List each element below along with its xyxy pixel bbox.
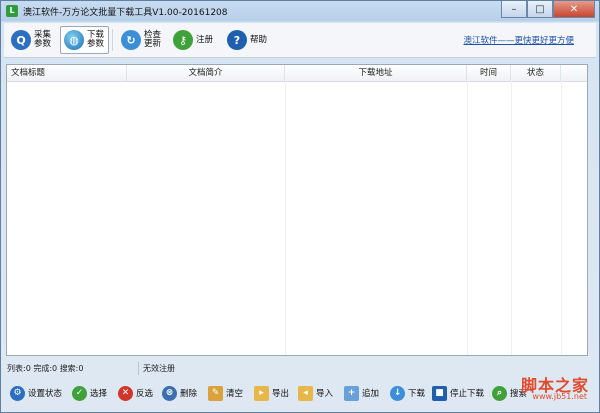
stop-icon: ■	[432, 385, 447, 401]
close-icon: ✕	[569, 3, 579, 15]
status-registration: 无效注册	[143, 364, 175, 373]
toolbar-separator	[112, 29, 113, 51]
check-icon: ✓	[72, 385, 87, 401]
set-status-button[interactable]: ⚙ 设置状态	[10, 384, 62, 402]
select-label: 选择	[90, 389, 108, 399]
document-list[interactable]: 文档标题 文档简介 下载地址 时间 状态	[6, 64, 588, 356]
register-button[interactable]: ⚷ 注册	[170, 26, 216, 54]
gear-icon: ⚙	[10, 385, 25, 401]
download-params-button[interactable]: ◍ 下载 参数	[60, 26, 109, 54]
col-header-title[interactable]: 文档标题	[7, 65, 127, 81]
status-done-count: 完成:0	[33, 364, 58, 373]
append-icon: +	[344, 385, 359, 401]
promo-link[interactable]: 澳江软件——更快更好更方便	[463, 34, 574, 46]
column-divider	[467, 81, 468, 355]
search-globe-icon: Q	[11, 30, 31, 50]
maximize-button[interactable]: □	[527, 1, 553, 18]
watermark-url: www.jb51.net	[532, 392, 587, 401]
close-button[interactable]: ✕	[553, 1, 595, 18]
invert-select-button[interactable]: ✕ 反选	[118, 384, 153, 402]
broom-icon: ✎	[208, 385, 223, 401]
stop-download-button[interactable]: ■ 停止下载	[432, 384, 484, 402]
maximize-icon: □	[535, 3, 545, 15]
append-label: 追加	[362, 389, 380, 399]
help-icon: ?	[227, 30, 247, 50]
help-label: 帮助	[250, 34, 268, 45]
export-label: 导出	[272, 389, 290, 399]
col-header-time[interactable]: 时间	[467, 65, 511, 81]
col-header-url[interactable]: 下载地址	[285, 65, 467, 81]
collect-params-button[interactable]: Q 采集 参数	[8, 26, 55, 54]
x-icon: ✕	[118, 385, 133, 401]
globe-icon: ◍	[64, 30, 84, 50]
set-status-label: 设置状态	[28, 389, 63, 399]
window-title: 澳江软件-万方论文批量下载工具V1.00-20161208	[23, 8, 228, 18]
column-divider	[561, 81, 562, 355]
delete-button[interactable]: ⊗ 删除	[162, 384, 197, 402]
status-list-count: 列表:0	[7, 364, 31, 373]
append-button[interactable]: + 追加	[344, 384, 379, 402]
folder-export-icon: ▸	[254, 385, 269, 401]
select-button[interactable]: ✓ 选择	[72, 384, 107, 402]
column-divider	[285, 81, 286, 355]
app-icon: L	[6, 5, 18, 17]
list-header: 文档标题 文档简介 下载地址 时间 状态	[7, 65, 587, 82]
folder-import-icon: ◂	[298, 385, 313, 401]
import-button[interactable]: ◂ 导入	[298, 384, 333, 402]
clear-button[interactable]: ✎ 清空	[208, 384, 243, 402]
minimize-button[interactable]: –	[501, 1, 527, 18]
refresh-icon: ↻	[121, 30, 141, 50]
download-button[interactable]: ↓ 下载	[390, 384, 425, 402]
delete-icon: ⊗	[162, 385, 177, 401]
delete-label: 删除	[180, 389, 198, 399]
check-update-button[interactable]: ↻ 检查 更新	[118, 26, 165, 54]
column-divider	[511, 81, 512, 355]
export-button[interactable]: ▸ 导出	[254, 384, 289, 402]
help-button[interactable]: ? 帮助	[224, 26, 270, 54]
clear-label: 清空	[226, 389, 244, 399]
download-label: 下载	[408, 389, 426, 399]
col-header-summary[interactable]: 文档简介	[127, 65, 285, 81]
site-watermark: 脚本之家 www.jb51.net	[478, 372, 593, 408]
download-params-label-2: 参数	[87, 39, 105, 49]
check-update-label-2: 更新	[144, 39, 162, 49]
app-window: L 澳江软件-万方论文批量下载工具V1.00-20161208 – □ ✕ Q …	[0, 0, 600, 413]
invert-select-label: 反选	[136, 389, 154, 399]
collect-params-label-2: 参数	[34, 39, 52, 49]
minimize-icon: –	[511, 3, 517, 15]
import-label: 导入	[316, 389, 334, 399]
window-controls: – □ ✕	[501, 1, 595, 18]
title-bar[interactable]: L 澳江软件-万方论文批量下载工具V1.00-20161208 – □ ✕	[1, 1, 599, 21]
register-label: 注册	[196, 34, 214, 45]
status-search-count: 搜索:0	[59, 364, 84, 373]
main-toolbar: Q 采集 参数 ◍ 下载 参数 ↻ 检查 更新 ⚷ 注册 ? 帮助 澳江软件——…	[4, 23, 596, 58]
col-header-status[interactable]: 状态	[511, 65, 561, 81]
key-icon: ⚷	[173, 30, 193, 50]
download-icon: ↓	[390, 385, 405, 401]
